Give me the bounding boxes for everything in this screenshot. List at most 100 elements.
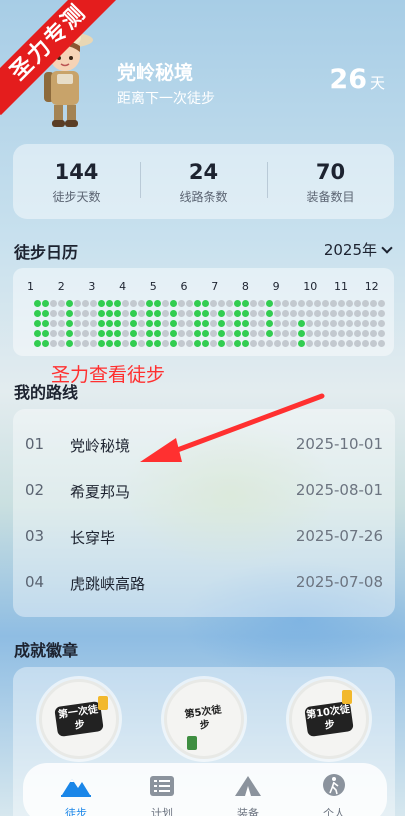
calendar-day-dot	[154, 310, 161, 317]
next-trip-subtitle: 距离下一次徒步	[117, 91, 215, 107]
calendar-day-dot	[266, 310, 273, 317]
calendar-day-dot	[258, 320, 265, 327]
calendar-day-dot	[346, 300, 353, 307]
calendar-day-dot	[226, 300, 233, 307]
route-item[interactable]: 01 党岭秘境 2025-10-01	[13, 421, 395, 467]
badge-5th-hike[interactable]: 第5次徒步	[164, 679, 244, 759]
tab-gear[interactable]: 装备	[213, 769, 283, 816]
calendar-day-dot	[194, 340, 201, 347]
calendar-day-dot	[98, 340, 105, 347]
calendar-day-dot	[178, 300, 185, 307]
calendar-day-dot	[290, 330, 297, 337]
month-label: 11	[334, 280, 348, 293]
route-date: 2025-07-26	[295, 527, 383, 545]
calendar-day-dot	[122, 320, 129, 327]
calendar-day-dot	[250, 340, 257, 347]
year-selector[interactable]: 2025年	[324, 239, 393, 260]
badge-text: 第5次徒步	[184, 704, 223, 732]
calendar-day-dot	[178, 340, 185, 347]
calendar-day-dot	[138, 330, 145, 337]
calendar-day-dot	[170, 330, 177, 337]
calendar-day-dot	[130, 310, 137, 317]
stat-route-count[interactable]: 24 线路条数	[140, 144, 267, 219]
calendar-day-dot	[298, 330, 305, 337]
route-item[interactable]: 02 希夏邦马 2025-08-01	[13, 467, 395, 513]
badge-backpack-icon	[187, 736, 197, 750]
calendar-day-dot	[346, 320, 353, 327]
tab-bar: 徒步 计划 装备 个人	[23, 763, 387, 816]
stat-value: 144	[54, 160, 99, 184]
stat-hiking-days[interactable]: 144 徒步天数	[13, 144, 140, 219]
tab-label: 个人	[323, 807, 345, 816]
badge-first-hike[interactable]: 第一次徒步	[39, 679, 119, 759]
calendar-day-dot	[234, 340, 241, 347]
calendar-day-dot	[186, 340, 193, 347]
tab-profile[interactable]: 个人	[299, 769, 369, 816]
calendar-day-dot	[282, 320, 289, 327]
calendar-day-dot	[74, 320, 81, 327]
ribbon-text: 圣力专测	[0, 0, 120, 116]
calendar-day-dot	[330, 330, 337, 337]
calendar-day-dot	[122, 300, 129, 307]
calendar-day-dot	[42, 320, 49, 327]
badge-label: 第10次徒步	[304, 700, 354, 738]
calendar-day-dot	[186, 320, 193, 327]
calendar-day-dot	[378, 320, 385, 327]
calendar-day-dot	[306, 340, 313, 347]
calendar-day-dot	[378, 330, 385, 337]
route-item[interactable]: 04 虎跳峡高路 2025-07-08	[13, 559, 395, 605]
calendar-day-dot	[298, 300, 305, 307]
route-item[interactable]: 03 长穿毕 2025-07-26	[13, 513, 395, 559]
calendar-day-dot	[258, 300, 265, 307]
month-label: 9	[272, 280, 280, 293]
calendar-day-dot	[74, 330, 81, 337]
calendar-day-dot	[194, 320, 201, 327]
calendar-day-dot	[250, 320, 257, 327]
calendar-day-dot	[354, 320, 361, 327]
calendar-day-dot	[130, 300, 137, 307]
badge-10th-hike[interactable]: 第10次徒步	[289, 679, 369, 759]
calendar-day-dot	[274, 340, 281, 347]
stat-gear-count[interactable]: 70 装备数目	[267, 144, 394, 219]
calendar-day-dot	[162, 310, 169, 317]
badges-title: 成就徽章	[14, 641, 79, 660]
calendar-day-dot	[66, 300, 73, 307]
calendar-day-dot	[90, 320, 97, 327]
calendar-day-dot	[42, 340, 49, 347]
month-label: 6	[180, 280, 188, 293]
month-label: 3	[88, 280, 96, 293]
calendar-day-dot	[362, 330, 369, 337]
calendar-day-dot	[242, 320, 249, 327]
calendar-day-dot	[194, 300, 201, 307]
tab-label: 徒步	[65, 807, 87, 816]
calendar-day-dot	[98, 310, 105, 317]
calendar-day-dot	[194, 310, 201, 317]
calendar-day-dot	[162, 300, 169, 307]
calendar-day-dot	[90, 310, 97, 317]
corner-ribbon: 圣力专测	[0, 0, 120, 120]
tab-plan[interactable]: 计划	[127, 769, 197, 816]
calendar-day-dot	[138, 310, 145, 317]
calendar-day-dot	[306, 320, 313, 327]
route-date: 2025-08-01	[295, 481, 383, 499]
tab-hiking[interactable]: 徒步	[41, 769, 111, 816]
calendar-day-dot	[178, 310, 185, 317]
calendar-grid	[34, 300, 386, 350]
calendar-day-dot	[90, 340, 97, 347]
calendar-day-dot	[170, 300, 177, 307]
days-unit: 天	[369, 74, 385, 92]
chevron-down-icon	[381, 241, 393, 254]
month-label: 8	[241, 280, 249, 293]
calendar-day-dot	[290, 310, 297, 317]
calendar-day-dot	[274, 300, 281, 307]
calendar-day-dot	[98, 300, 105, 307]
calendar-day-dot	[218, 340, 225, 347]
calendar-day-dot	[42, 300, 49, 307]
calendar-day-dot	[322, 330, 329, 337]
calendar-day-dot	[210, 310, 217, 317]
hiker-icon	[323, 774, 345, 796]
calendar-day-dot	[370, 330, 377, 337]
calendar-day-dot	[218, 310, 225, 317]
calendar-day-dot	[34, 340, 41, 347]
calendar-day-dot	[338, 320, 345, 327]
